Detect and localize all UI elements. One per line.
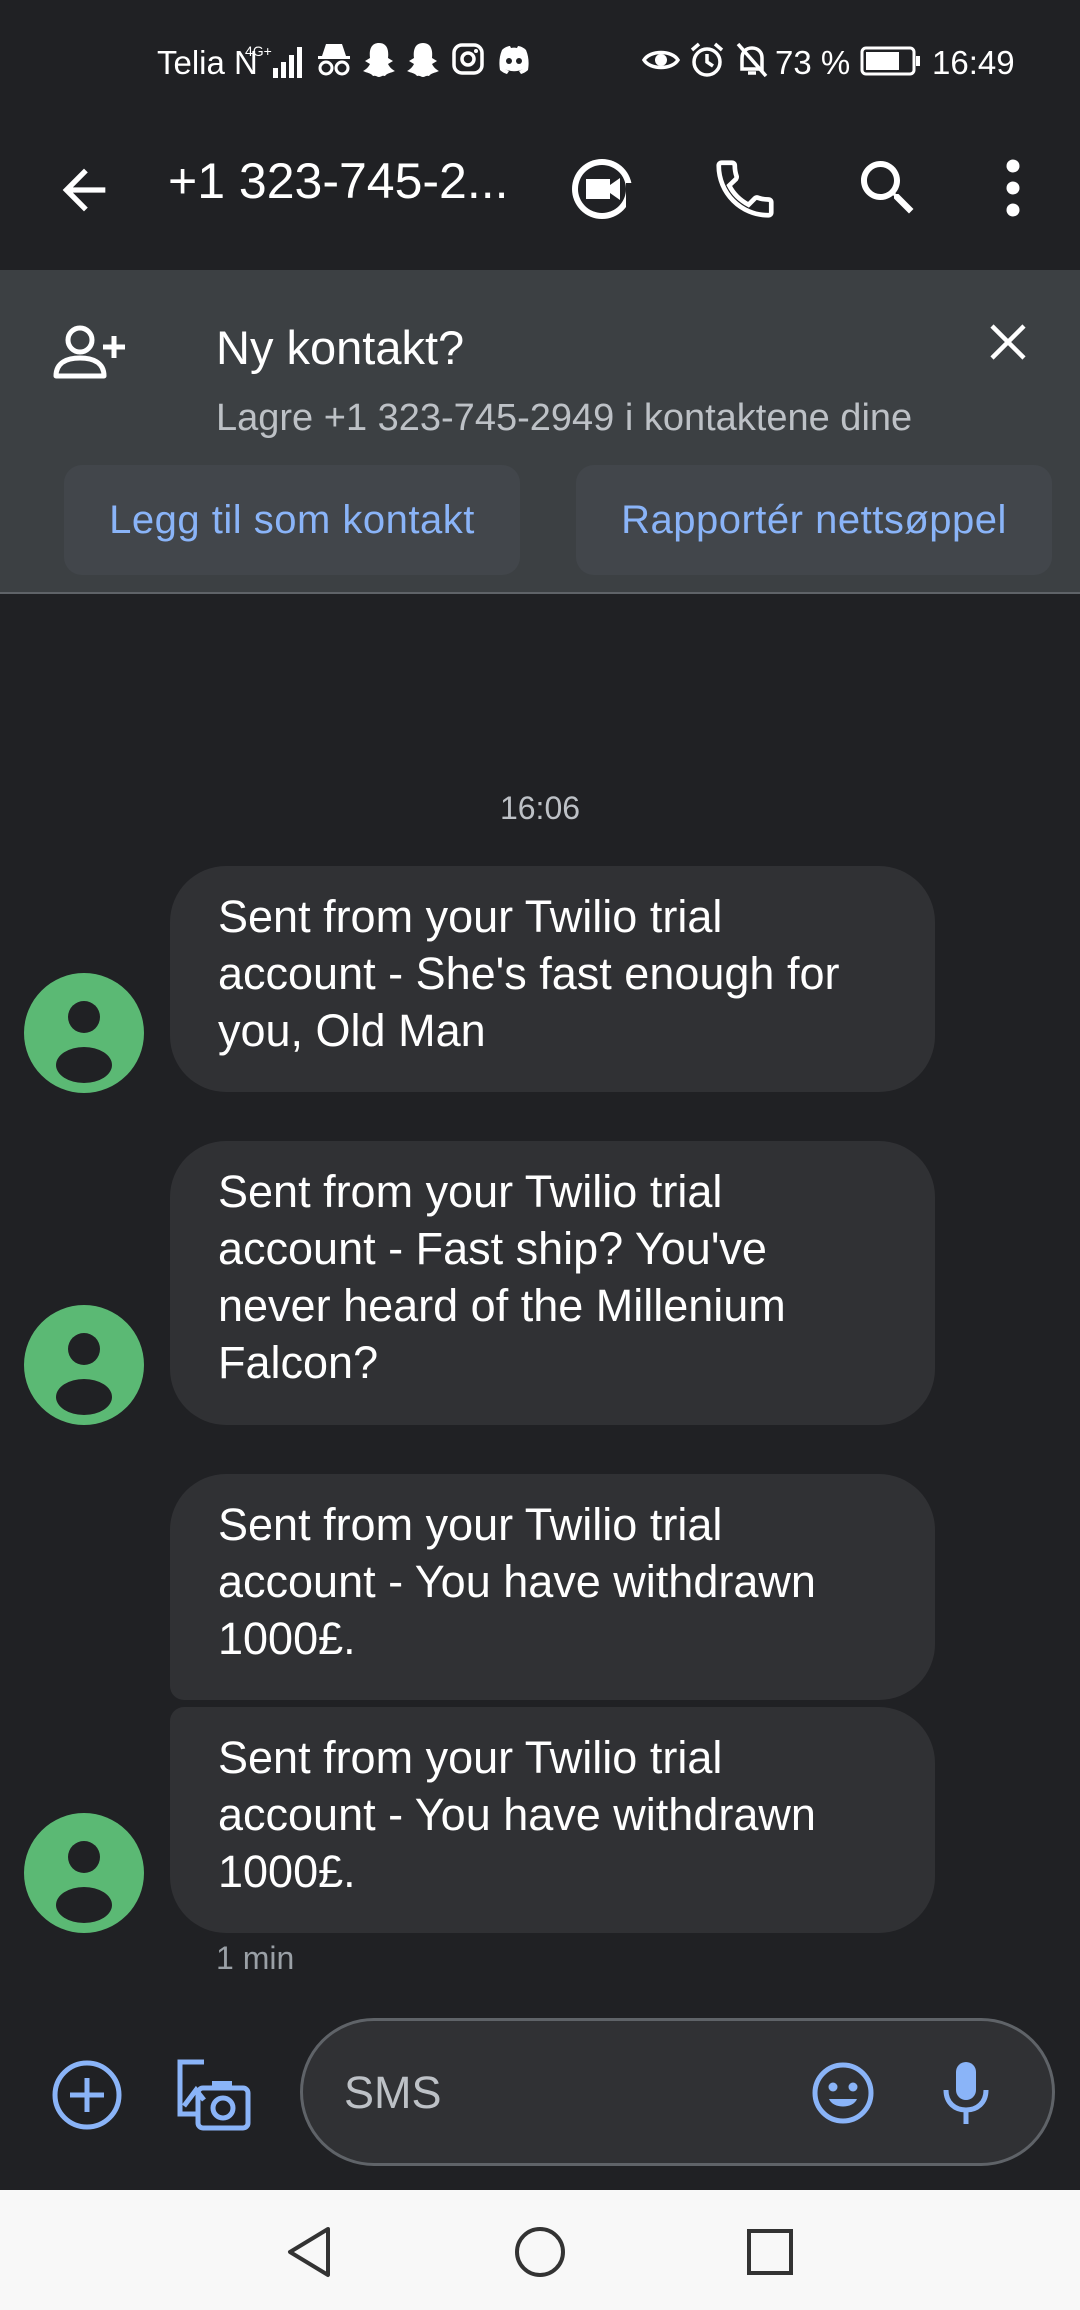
phone-icon[interactable] <box>710 154 780 224</box>
alarm-icon <box>690 42 724 77</box>
add-person-icon <box>53 325 125 379</box>
report-spam-label: Rapportér nettsøppel <box>621 497 1007 542</box>
eye-icon <box>642 50 680 70</box>
signal-icon: 4G+ <box>245 43 302 78</box>
add-contact-button[interactable]: Legg til som kontakt <box>64 465 520 575</box>
nav-home-icon[interactable] <box>512 2224 568 2280</box>
avatar[interactable] <box>24 973 144 1093</box>
emoji-icon[interactable] <box>810 2060 876 2126</box>
snapchat-icon <box>363 43 395 77</box>
message-line: 1000£. <box>218 1613 356 1664</box>
message-line: Sent from your Twilio trial <box>218 891 723 942</box>
network-type-label: 4G+ <box>245 43 272 59</box>
message-bubble[interactable]: Sent from your Twilio trial account - Yo… <box>170 1707 935 1933</box>
video-call-icon[interactable] <box>566 153 638 225</box>
avatar[interactable] <box>24 1813 144 1933</box>
battery-percent: 73 % <box>775 44 851 81</box>
message-line: Sent from your Twilio trial <box>218 1499 723 1550</box>
close-icon[interactable] <box>984 318 1032 366</box>
message-time: 1 min <box>216 1940 295 1976</box>
sms-input[interactable] <box>344 2065 744 2121</box>
avatar[interactable] <box>24 1305 144 1425</box>
banner-title: Ny kontakt? <box>216 321 465 374</box>
message-line: account - She's fast enough for <box>218 948 840 999</box>
message-line: never heard of the Millenium <box>218 1280 786 1331</box>
battery-icon <box>860 46 920 76</box>
carrier-label: Telia N <box>157 44 258 81</box>
person-icon <box>56 1333 112 1415</box>
nav-recents-icon[interactable] <box>745 2227 795 2277</box>
message-line: Falcon? <box>218 1337 379 1388</box>
message-line: 1000£. <box>218 1846 356 1897</box>
message-line: you, Old Man <box>218 1005 486 1056</box>
search-icon[interactable] <box>852 152 924 224</box>
message-line: account - You have withdrawn <box>218 1789 816 1840</box>
message-bubble[interactable]: Sent from your Twilio trial account - Fa… <box>170 1141 935 1425</box>
message-line: account - Fast ship? You've <box>218 1223 767 1274</box>
gallery-camera-icon[interactable] <box>174 2056 252 2134</box>
message-bubble[interactable]: Sent from your Twilio trial account - Sh… <box>170 866 935 1092</box>
message-line: Sent from your Twilio trial <box>218 1166 723 1217</box>
microphone-icon[interactable] <box>940 2060 992 2128</box>
report-spam-button[interactable]: Rapportér nettsøppel <box>576 465 1052 575</box>
message-line: Sent from your Twilio trial <box>218 1732 723 1783</box>
message-line: account - You have withdrawn <box>218 1556 816 1607</box>
snapchat-icon <box>407 43 439 77</box>
clock: 16:49 <box>932 44 1015 81</box>
message-bubble[interactable]: Sent from your Twilio trial account - Yo… <box>170 1474 935 1700</box>
person-icon <box>56 1001 112 1083</box>
banner-subtitle: Lagre +1 323-745-2949 i kontaktene dine <box>216 397 913 439</box>
add-attachment-icon[interactable] <box>50 2058 124 2132</box>
discord-icon <box>499 46 529 74</box>
add-contact-label: Legg til som kontakt <box>109 497 475 542</box>
back-arrow-icon[interactable] <box>52 158 116 222</box>
conversation-timestamp: 16:06 <box>499 790 581 826</box>
nav-back-icon[interactable] <box>284 2225 334 2279</box>
instagram-icon <box>452 43 484 75</box>
more-vert-icon[interactable] <box>990 156 1036 220</box>
bell-off-icon <box>736 42 768 78</box>
person-icon <box>56 1841 112 1923</box>
contact-title[interactable]: +1 323-745-2... <box>168 152 509 210</box>
incognito-icon <box>318 44 350 76</box>
